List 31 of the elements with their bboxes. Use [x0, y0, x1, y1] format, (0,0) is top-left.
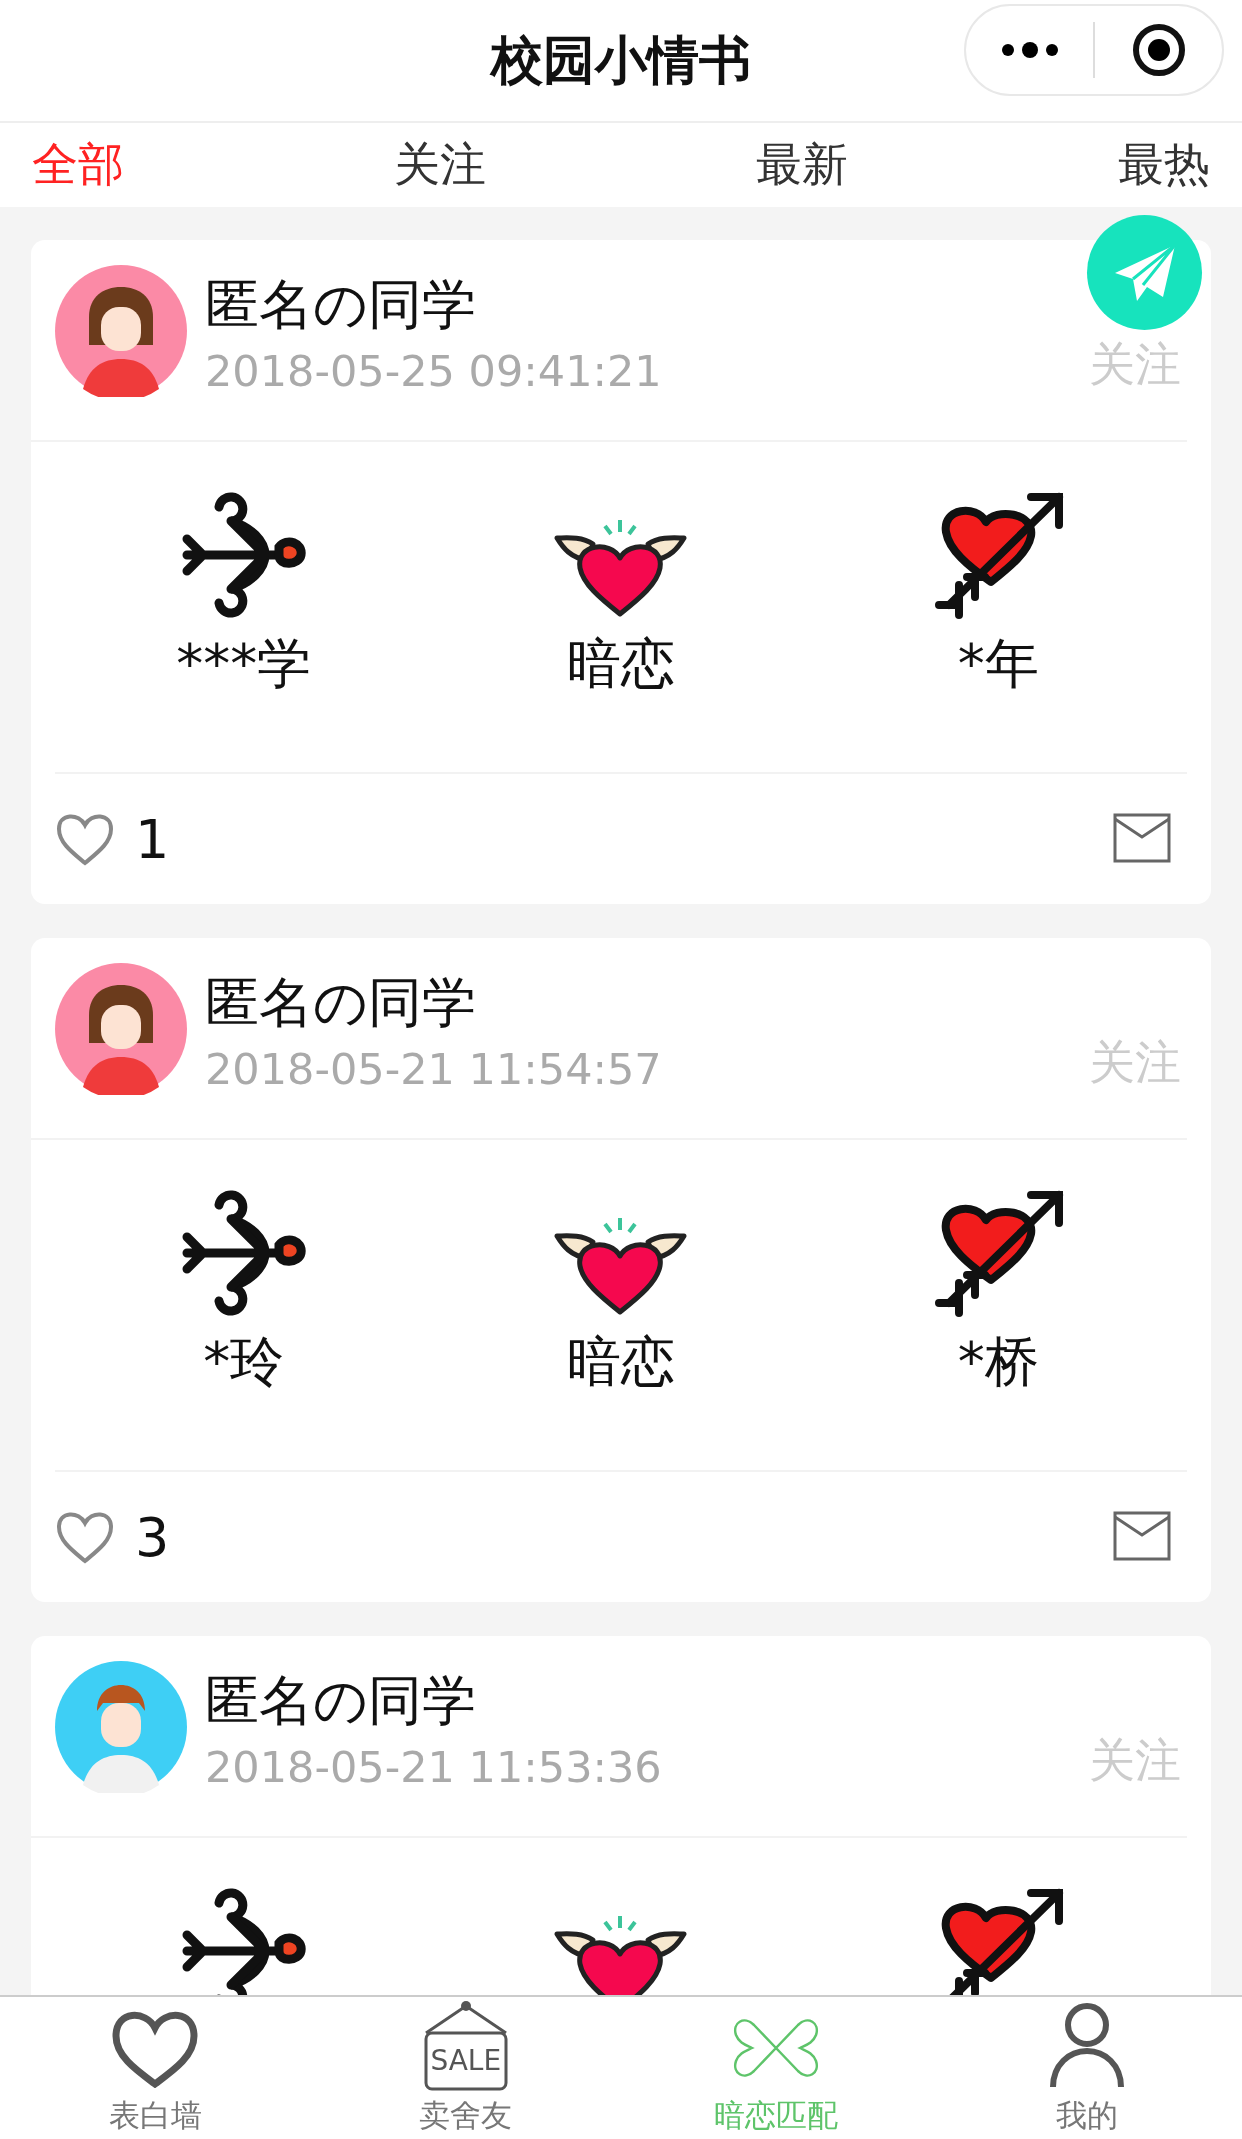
nav-tab[interactable]: 表白墙	[0, 1997, 311, 2139]
nav-tab[interactable]: SALE 卖舍友	[310, 1997, 621, 2139]
nav-tab[interactable]: 我的	[931, 1997, 1242, 2139]
post-time: 2018-05-21 11:53:36	[205, 1741, 663, 1794]
like-button[interactable]: 3	[55, 1505, 170, 1569]
name-label: *年	[957, 631, 1039, 697]
author-name: 匿名の同学	[205, 1669, 477, 1733]
message-button[interactable]	[1113, 812, 1171, 866]
author-name: 匿名の同学	[205, 971, 477, 1035]
app-title: 校园小情书	[491, 28, 751, 92]
mail-icon	[1113, 1510, 1171, 1561]
heart-icon	[55, 811, 115, 867]
author-name: 匿名の同学	[205, 273, 477, 337]
message-button[interactable]	[1113, 1510, 1171, 1564]
tab[interactable]: 关注	[394, 134, 486, 196]
tab[interactable]: 最热	[1118, 134, 1210, 196]
like-button[interactable]: 1	[55, 807, 170, 871]
post-time: 2018-05-21 11:54:57	[205, 1043, 663, 1096]
post-time: 2018-05-25 09:41:21	[205, 345, 663, 398]
sale-text: SALE	[429, 2043, 503, 2079]
tab[interactable]: 最新	[756, 134, 848, 196]
more-icon	[999, 42, 1060, 58]
name-label: 暗恋	[567, 1329, 675, 1395]
target-icon	[1131, 23, 1186, 77]
tab[interactable]: 全部	[32, 134, 124, 196]
name-label: *玲	[203, 1329, 285, 1395]
name-label: *桥	[957, 1329, 1039, 1395]
mail-icon	[1113, 812, 1171, 863]
name-label: ***学	[176, 631, 312, 697]
heart-icon	[55, 1509, 115, 1565]
name-label: 暗恋	[567, 631, 675, 697]
